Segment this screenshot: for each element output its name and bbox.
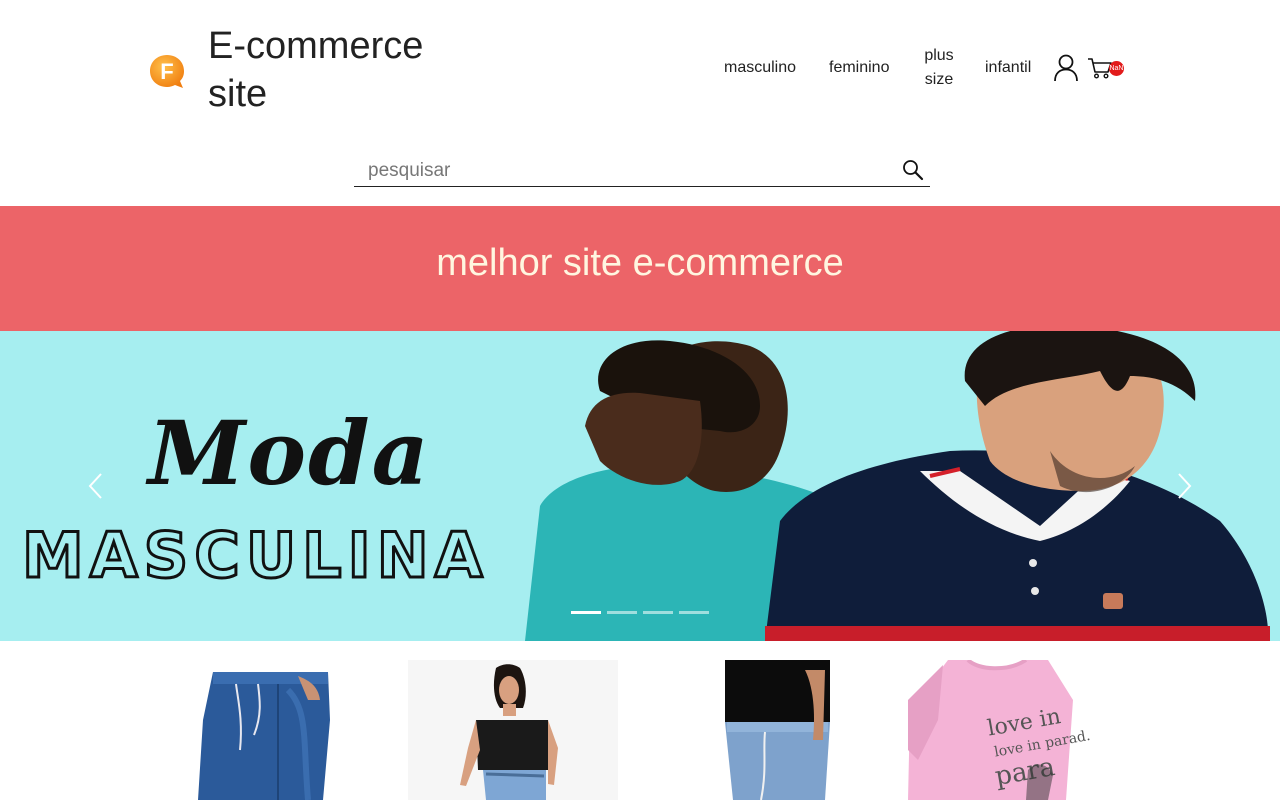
brand-title[interactable]: E-commerce site [208, 22, 468, 118]
slide-subtitle: MASCULINA [21, 518, 489, 594]
product-card[interactable] [408, 660, 618, 800]
carousel-prev-button[interactable] [86, 471, 106, 501]
nav-plus-size[interactable]: plus size [922, 44, 956, 92]
search-bar [354, 154, 930, 187]
carousel-indicator-1[interactable] [571, 611, 601, 614]
logo[interactable]: F [148, 53, 186, 89]
carousel-indicator-4[interactable] [679, 611, 709, 614]
promo-banner: melhor site e-commerce [0, 206, 1280, 331]
user-icon[interactable] [1053, 54, 1079, 82]
chevron-left-icon [88, 473, 102, 499]
product-image-crop-top [408, 660, 618, 800]
search-input[interactable] [368, 158, 888, 184]
nav-infantil[interactable]: infantil [985, 44, 1031, 92]
product-image-jogger [725, 660, 830, 800]
search-icon[interactable] [902, 159, 924, 181]
carousel-indicator-2[interactable] [607, 611, 637, 614]
nav-masculino[interactable]: masculino [724, 44, 796, 92]
product-card[interactable]: love in love in parad. para [908, 660, 1118, 800]
product-card[interactable] [665, 660, 875, 800]
carousel-indicator-3[interactable] [643, 611, 673, 614]
product-image-pink-tshirt: love in love in parad. para [908, 660, 1092, 800]
slide-title: Moda [148, 401, 431, 505]
cart-count-badge: NaN [1109, 61, 1124, 76]
logo-letter: F [160, 59, 173, 84]
logo-icon: F [150, 55, 184, 88]
product-image-jeans [198, 672, 330, 800]
nav-feminino[interactable]: feminino [829, 44, 889, 92]
carousel-next-button[interactable] [1174, 471, 1194, 501]
product-card[interactable] [158, 660, 368, 800]
promo-text: melhor site e-commerce [436, 242, 844, 284]
chevron-right-icon [1178, 473, 1192, 499]
hero-carousel[interactable]: Moda MASCULINA [0, 331, 1280, 641]
